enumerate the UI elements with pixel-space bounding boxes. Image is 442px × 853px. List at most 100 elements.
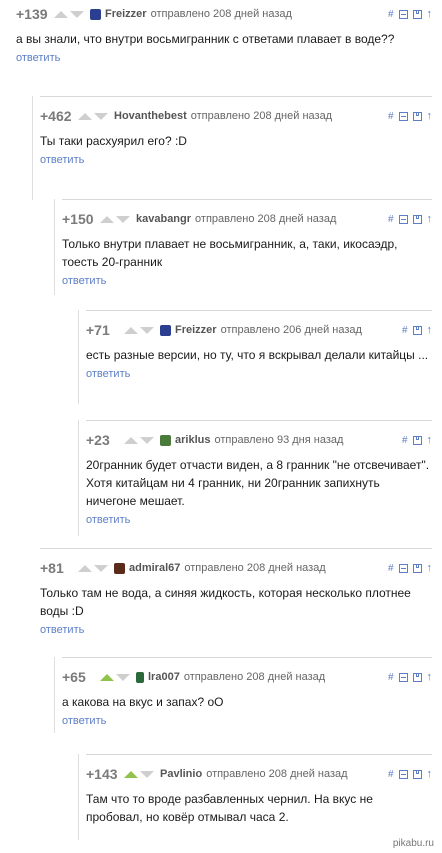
separator	[86, 420, 432, 421]
author-link[interactable]: kavabangr	[136, 213, 191, 225]
parent-arrow-icon[interactable]: ↑	[427, 434, 433, 446]
timestamp: отправлено 208 дней назад	[190, 110, 333, 122]
permalink-icon[interactable]: #	[402, 435, 408, 446]
separator	[86, 754, 432, 755]
timestamp: отправлено 208 дней назад	[184, 562, 326, 574]
upvote-icon[interactable]	[124, 770, 138, 778]
upvote-icon[interactable]	[124, 326, 138, 334]
parent-arrow-icon[interactable]: ↑	[427, 768, 433, 780]
thread-line	[54, 199, 55, 295]
save-icon[interactable]	[412, 325, 422, 335]
downvote-icon[interactable]	[94, 112, 108, 120]
reply-link[interactable]: ответить	[40, 154, 84, 166]
parent-arrow-icon[interactable]: ↑	[427, 324, 433, 336]
downvote-icon[interactable]	[116, 673, 130, 681]
permalink-icon[interactable]: #	[388, 563, 394, 574]
thread-line	[78, 310, 79, 404]
collapse-icon[interactable]	[398, 563, 408, 573]
author-link[interactable]: ariklus	[175, 434, 210, 446]
reply-link[interactable]: ответить	[62, 275, 106, 287]
parent-arrow-icon[interactable]: ↑	[427, 671, 433, 683]
save-icon[interactable]	[412, 111, 422, 121]
comment-header: +139 Freizzer отправлено 208 дней назад …	[16, 4, 432, 24]
author-link[interactable]: Hovanthebest	[114, 110, 187, 122]
avatar[interactable]	[136, 671, 144, 683]
save-icon[interactable]	[412, 435, 422, 445]
upvote-icon[interactable]	[124, 436, 138, 444]
comment-text: 20гранник будет отчасти виден, а 8 гранн…	[86, 458, 430, 508]
comment-text: а вы знали, что внутри восьмигранник с о…	[16, 32, 395, 46]
rating: +23	[86, 432, 110, 448]
author-link[interactable]: Freizzer	[105, 8, 147, 20]
permalink-icon[interactable]: #	[388, 9, 394, 20]
collapse-icon[interactable]	[398, 769, 408, 779]
reply-link[interactable]: ответить	[62, 715, 106, 727]
upvote-icon[interactable]	[78, 564, 92, 572]
upvote-icon[interactable]	[100, 673, 114, 681]
comment-header: +143 Pavlinio отправлено 208 дней назад …	[86, 764, 432, 784]
parent-arrow-icon[interactable]: ↑	[427, 562, 433, 574]
parent-arrow-icon[interactable]: ↑	[427, 8, 433, 20]
downvote-icon[interactable]	[140, 326, 154, 334]
save-icon[interactable]	[412, 9, 422, 19]
parent-arrow-icon[interactable]: ↑	[427, 110, 433, 122]
author-link[interactable]: Pavlinio	[160, 768, 202, 780]
comment: +150 kavabangr отправлено 208 дней назад…	[54, 199, 433, 295]
save-icon[interactable]	[412, 563, 422, 573]
comment-tools: # ↑	[402, 430, 432, 450]
reply-link[interactable]: ответить	[16, 52, 60, 64]
thread-line	[54, 657, 55, 733]
upvote-icon[interactable]	[78, 112, 92, 120]
downvote-icon[interactable]	[140, 770, 154, 778]
comment: +65 lra007 отправлено 208 дней назад # ↑…	[54, 657, 432, 733]
save-icon[interactable]	[412, 672, 422, 682]
comment-header: +81 admiral67 отправлено 208 дней назад …	[40, 558, 432, 578]
author-link[interactable]: lra007	[148, 671, 180, 683]
comment-header: +65 lra007 отправлено 208 дней назад # ↑	[62, 667, 432, 687]
comment-tools: # ↑	[388, 106, 432, 126]
comment-tools: # ↑	[388, 667, 432, 687]
comment: +139 Freizzer отправлено 208 дней назад …	[16, 4, 432, 82]
separator	[40, 96, 432, 97]
save-icon[interactable]	[412, 769, 422, 779]
comment-tools: # ↑	[402, 320, 432, 340]
author-link[interactable]: Freizzer	[175, 324, 217, 336]
comment-header: +23 ariklus отправлено 93 дня назад # ↑	[86, 430, 432, 450]
avatar[interactable]	[160, 324, 171, 336]
collapse-icon[interactable]	[398, 672, 408, 682]
permalink-icon[interactable]: #	[402, 325, 408, 336]
collapse-icon[interactable]	[398, 9, 408, 19]
reply-link[interactable]: ответить	[86, 368, 130, 380]
avatar[interactable]	[90, 8, 101, 20]
rating: +462	[40, 108, 72, 124]
collapse-icon[interactable]	[398, 111, 408, 121]
comment-tools: # ↑	[388, 558, 432, 578]
avatar[interactable]	[160, 434, 171, 446]
rating: +139	[16, 6, 48, 22]
rating: +71	[86, 322, 110, 338]
downvote-icon[interactable]	[140, 436, 154, 444]
avatar[interactable]	[114, 562, 125, 574]
downvote-icon[interactable]	[70, 10, 84, 18]
parent-arrow-icon[interactable]: ↑	[427, 213, 433, 225]
upvote-icon[interactable]	[100, 215, 114, 223]
upvote-icon[interactable]	[54, 10, 68, 18]
permalink-icon[interactable]: #	[388, 214, 394, 225]
reply-link[interactable]: ответить	[40, 624, 84, 636]
comment: +71 Freizzer отправлено 206 дней назад #…	[78, 310, 432, 404]
timestamp: отправлено 93 дня назад	[214, 434, 344, 446]
permalink-icon[interactable]: #	[388, 111, 394, 122]
collapse-icon[interactable]	[398, 214, 408, 224]
save-icon[interactable]	[412, 214, 422, 224]
downvote-icon[interactable]	[116, 215, 130, 223]
downvote-icon[interactable]	[94, 564, 108, 572]
timestamp: отправлено 208 дней назад	[195, 213, 337, 225]
permalink-icon[interactable]: #	[388, 769, 394, 780]
separator	[86, 310, 432, 311]
comment-text: Только там не вода, а синяя жидкость, ко…	[40, 586, 411, 618]
comment-text: Только внутри плавает не восьмигранник, …	[62, 237, 398, 269]
permalink-icon[interactable]: #	[388, 672, 394, 683]
reply-link[interactable]: ответить	[86, 514, 130, 526]
author-link[interactable]: admiral67	[129, 562, 180, 574]
timestamp: отправлено 206 дней назад	[220, 324, 362, 336]
